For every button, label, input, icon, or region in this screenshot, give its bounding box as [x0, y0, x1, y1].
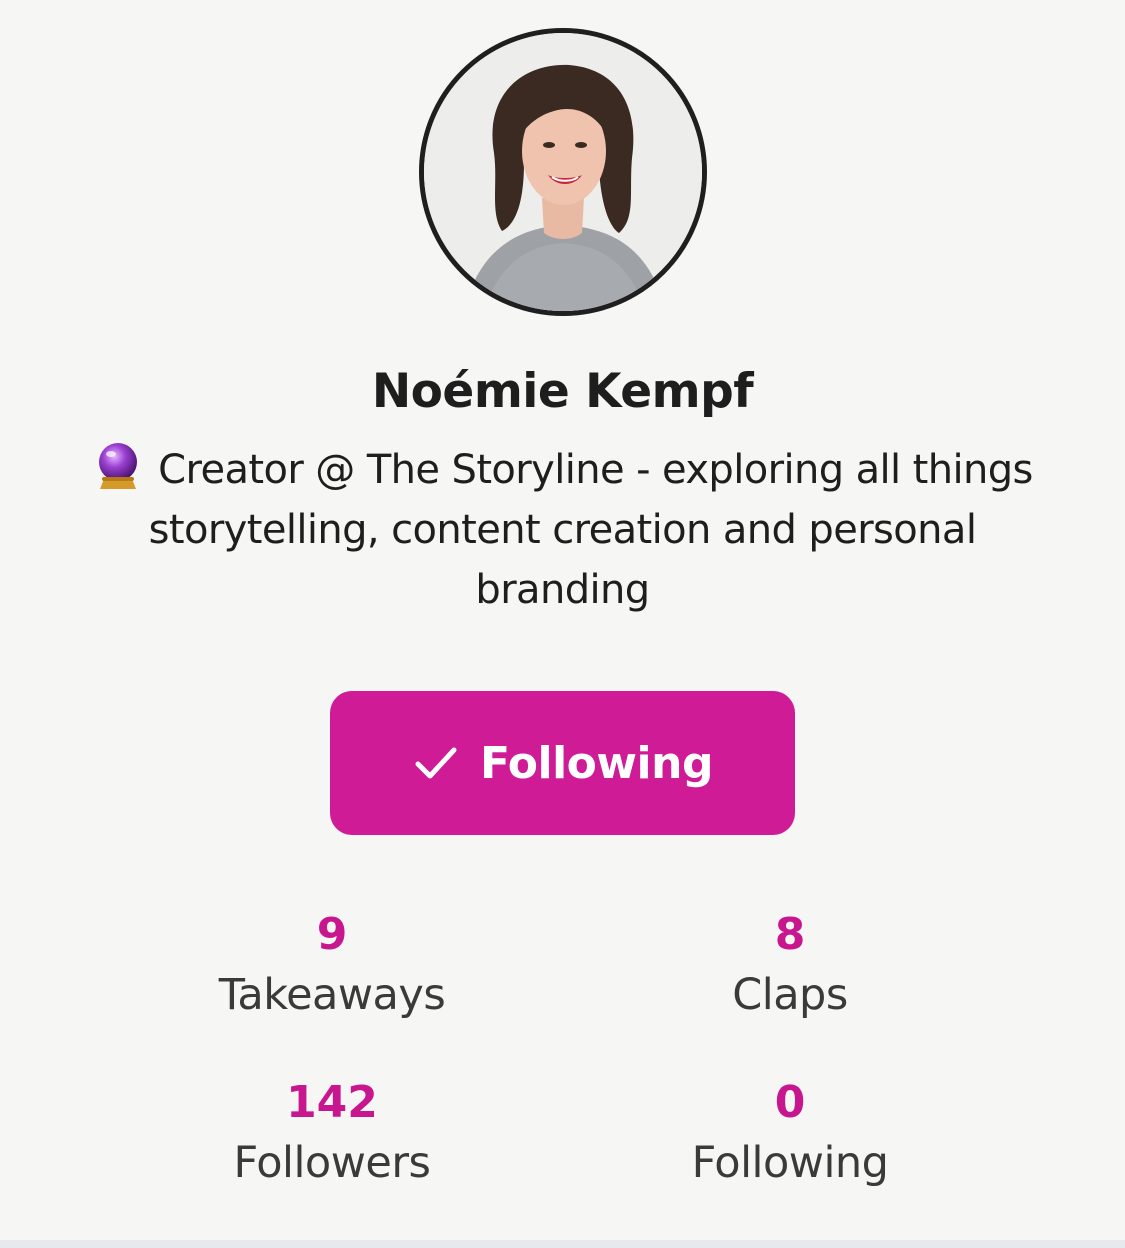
profile-page: Noémie Kempf Creator @ The Storyline - e…	[0, 0, 1125, 1248]
profile-bio: Creator @ The Storyline - exploring all …	[80, 440, 1045, 620]
followers-label: Followers	[233, 1138, 431, 1188]
bio-text: Creator @ The Storyline - exploring all …	[148, 447, 1034, 613]
crystal-ball-icon	[99, 443, 138, 489]
takeaways-count: 9	[316, 909, 348, 960]
divider	[0, 1240, 1125, 1248]
stat-takeaways[interactable]: 9 Takeaways	[152, 906, 512, 1026]
avatar-photo	[424, 33, 702, 311]
avatar[interactable]	[419, 28, 707, 316]
following-button-label: Following	[480, 737, 713, 789]
takeaways-label: Takeaways	[218, 970, 446, 1020]
claps-count: 8	[774, 909, 806, 960]
following-label: Following	[691, 1138, 889, 1188]
following-count: 0	[774, 1077, 806, 1128]
claps-label: Claps	[732, 970, 848, 1020]
stat-claps[interactable]: 8 Claps	[610, 906, 970, 1026]
followers-count: 142	[286, 1077, 378, 1128]
stat-following[interactable]: 0 Following	[610, 1074, 970, 1194]
following-button[interactable]: Following	[330, 691, 795, 835]
stat-followers[interactable]: 142 Followers	[152, 1074, 512, 1194]
profile-name: Noémie Kempf	[371, 364, 754, 419]
check-icon	[415, 747, 457, 779]
